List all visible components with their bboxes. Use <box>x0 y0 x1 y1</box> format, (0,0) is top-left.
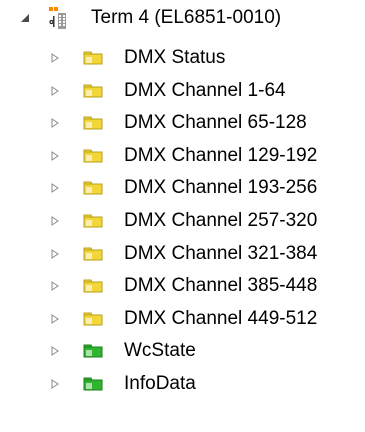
yellow-folder-icon <box>83 277 103 295</box>
collapsed-triangle-icon[interactable] <box>48 279 62 293</box>
collapsed-triangle-icon[interactable] <box>48 247 62 261</box>
tree-node-label: DMX Status <box>124 47 226 68</box>
collapsed-triangle-icon[interactable] <box>48 51 62 65</box>
collapsed-triangle-icon[interactable] <box>48 312 62 326</box>
tree-node-label: DMX Channel 385-448 <box>124 275 318 297</box>
collapsed-triangle-icon[interactable] <box>48 181 62 195</box>
tree-node-label: DMX Channel 65-128 <box>124 112 307 134</box>
yellow-folder-icon <box>83 245 103 263</box>
green-folder-icon <box>83 342 103 360</box>
yellow-folder-icon <box>83 49 103 67</box>
expanded-triangle-icon[interactable] <box>18 11 32 25</box>
yellow-folder-icon <box>83 212 103 230</box>
tree-view: Term 4 (EL6851-0010) DMX Status DMX Chann… <box>0 0 365 432</box>
tree-node-label: DMX Channel 257-320 <box>124 210 318 231</box>
yellow-folder-icon <box>83 147 103 165</box>
yellow-folder-icon <box>83 82 103 100</box>
collapsed-triangle-icon[interactable] <box>48 377 62 391</box>
tree-node-label: Term 4 (EL6851-0010) <box>91 7 282 28</box>
tree-node-label: DMX Channel 193-256 <box>124 177 318 199</box>
terminal-module-icon <box>49 7 67 29</box>
tree-node-label: DMX Channel 1-64 <box>124 79 286 101</box>
yellow-folder-icon <box>83 310 103 328</box>
yellow-folder-icon <box>83 179 103 197</box>
tree-node-label: DMX Channel 321-384 <box>124 242 318 264</box>
collapsed-triangle-icon[interactable] <box>48 149 62 163</box>
tree-node-label: DMX Channel 449-512 <box>124 307 318 329</box>
tree-node-label: DMX Channel 129-192 <box>124 144 318 166</box>
collapsed-triangle-icon[interactable] <box>48 344 62 358</box>
collapsed-triangle-icon[interactable] <box>48 214 62 228</box>
green-folder-icon <box>83 375 103 393</box>
collapsed-triangle-icon[interactable] <box>48 84 62 98</box>
tree-node-label: WcState <box>124 340 196 362</box>
collapsed-triangle-icon[interactable] <box>48 116 62 130</box>
tree-node-label: InfoData <box>124 373 196 394</box>
yellow-folder-icon <box>83 114 103 132</box>
